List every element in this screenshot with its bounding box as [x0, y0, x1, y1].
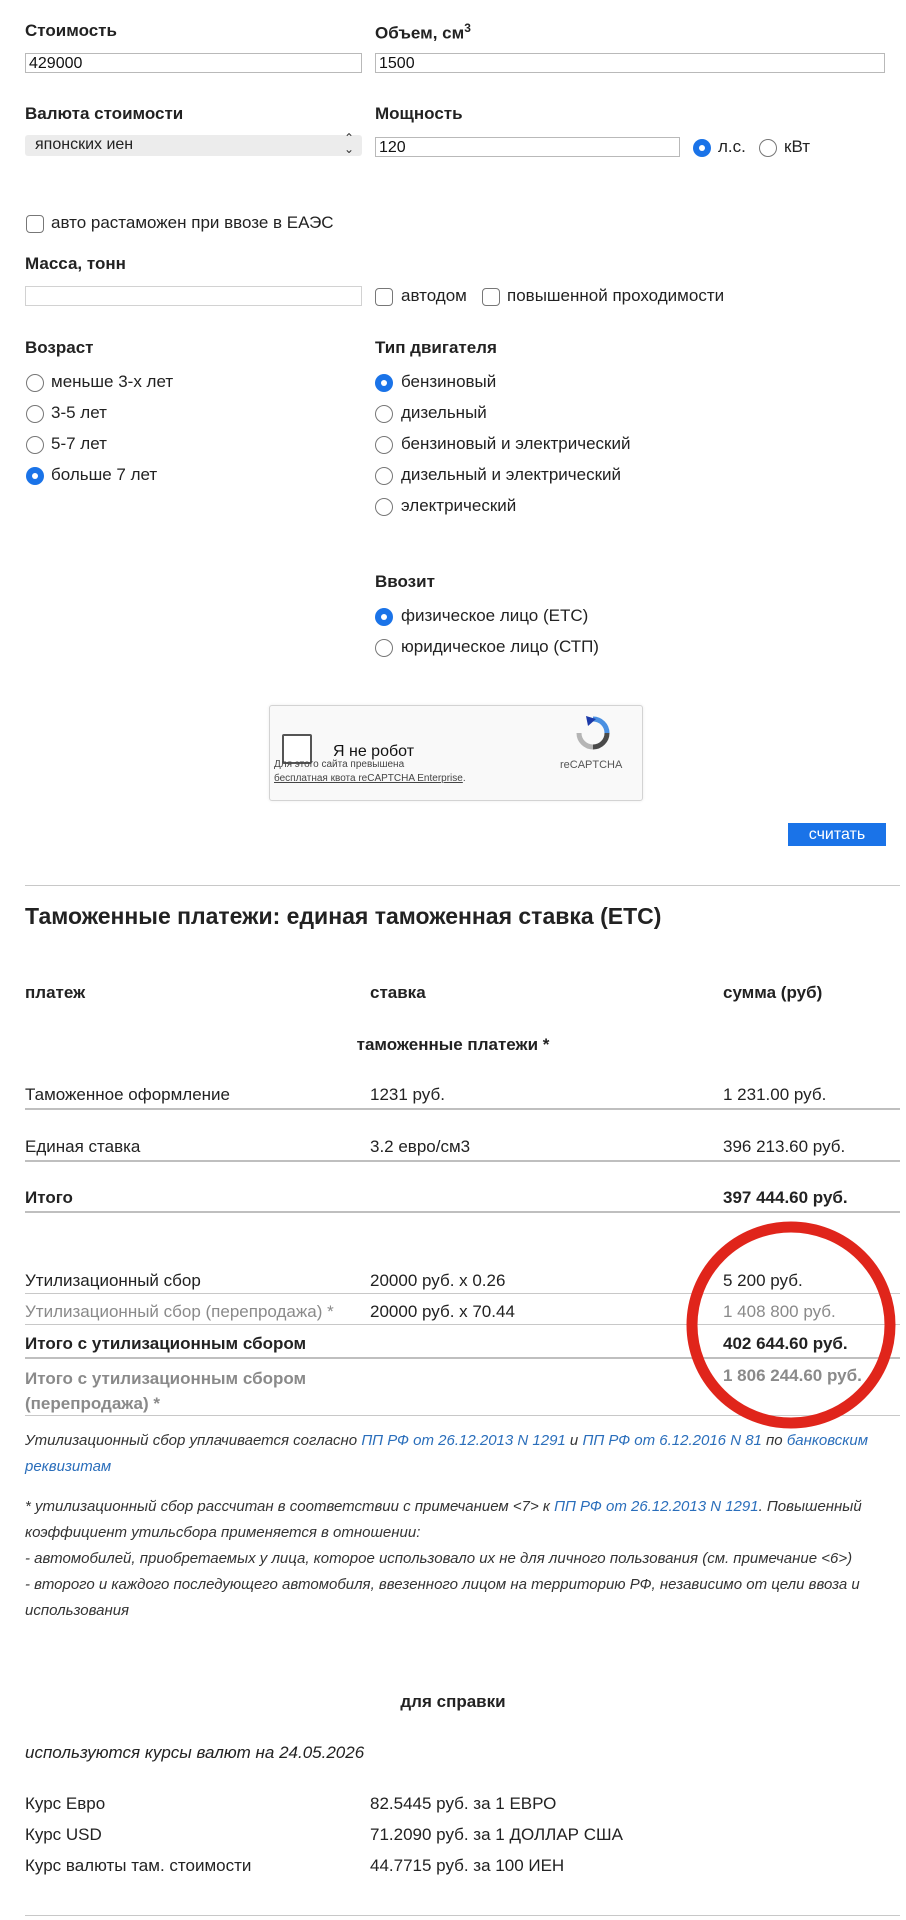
decree-81-link[interactable]: ПП РФ от 6.12.2016 N 81 — [582, 1432, 761, 1449]
reference-title: для справки — [400, 1692, 506, 1711]
power-unit-kw-radio[interactable] — [759, 139, 777, 157]
mass-label: Масса, тонн — [25, 254, 126, 273]
age-radio-over-7[interactable] — [26, 467, 44, 485]
engine-label: Тип двигателя — [375, 338, 497, 357]
cost-label: Стоимость — [25, 21, 117, 40]
util-fee-resale-rate: 20000 руб. x 70.44 — [370, 1302, 515, 1321]
engine-option-label: бензиновый и электрический — [401, 434, 631, 453]
currency-label: Валюта стоимости — [25, 104, 184, 123]
currency-select[interactable]: японских иен ⌃ ⌄ — [25, 131, 362, 156]
col-header-rate: ставка — [370, 983, 426, 1002]
row-sum: 396 213.60 руб. — [723, 1137, 846, 1156]
total-with-util-label: Итого с утилизационным сбором — [25, 1334, 307, 1353]
motorhome-checkbox[interactable] — [375, 288, 393, 306]
rate-value: 82.5445 руб. за 1 ЕВРО — [370, 1794, 557, 1813]
importer-option-label: юридическое лицо (СТП) — [401, 637, 599, 656]
engine-radio-petrol[interactable] — [375, 374, 393, 392]
engine-option-label: дизельный — [401, 403, 487, 422]
power-unit-hp-label: л.с. — [718, 137, 746, 156]
engine-option-label: электрический — [401, 496, 517, 515]
customs-section-label: таможенные платежи * — [356, 1035, 550, 1054]
calculate-button[interactable]: считать — [788, 823, 886, 846]
power-unit-kw-label: кВт — [784, 137, 810, 156]
engine-option-label: дизельный и электрический — [401, 465, 622, 484]
engine-radio-petrol-electric[interactable] — [375, 436, 393, 454]
row-divider — [25, 1108, 900, 1110]
power-input[interactable]: 120 — [375, 137, 680, 157]
mass-input[interactable] — [25, 286, 362, 306]
age-option-label: 3-5 лет — [51, 403, 107, 422]
recaptcha-widget: Я не робот reCAPTCHA Для этого сайта пре… — [269, 705, 643, 801]
age-option-label: больше 7 лет — [51, 465, 158, 484]
col-header-payment: платеж — [25, 983, 86, 1002]
importer-label: Ввозит — [375, 572, 435, 591]
bottom-divider — [25, 1915, 900, 1916]
total-with-util-resale-label: Итого с утилизационным сбором (перепрода… — [25, 1369, 307, 1413]
row-payment-name: Таможенное оформление — [25, 1085, 231, 1104]
recaptcha-brand: reCAPTCHA — [560, 759, 623, 771]
row-rate: 3.2 евро/см3 — [370, 1137, 471, 1156]
col-header-sum: сумма (руб) — [723, 983, 823, 1002]
rate-value: 71.2090 руб. за 1 ДОЛЛАР США — [370, 1825, 623, 1844]
util-fee-rate: 20000 руб. x 0.26 — [370, 1271, 506, 1290]
age-radio-3-5[interactable] — [26, 405, 44, 423]
offroad-checkbox[interactable] — [482, 288, 500, 306]
offroad-label: повышенной проходимости — [507, 286, 725, 305]
eaes-label: авто растаможен при ввозе в ЕАЭС — [51, 213, 334, 232]
importer-radio-individual[interactable] — [375, 608, 393, 626]
rate-name: Курс валюты там. стоимости — [25, 1856, 252, 1875]
motorhome-label: автодом — [401, 286, 467, 305]
engine-radio-diesel[interactable] — [375, 405, 393, 423]
eaes-checkbox[interactable] — [26, 215, 44, 233]
select-arrows-icon: ⌃ ⌄ — [343, 131, 354, 156]
results-title: Таможенные платежи: единая таможенная ст… — [25, 903, 662, 929]
age-option-label: меньше 3-х лет — [51, 372, 174, 391]
section-divider — [25, 885, 900, 886]
engine-radio-diesel-electric[interactable] — [375, 467, 393, 485]
row-divider — [25, 1211, 900, 1213]
red-highlight-circle — [686, 1221, 896, 1429]
row-sum: 1 231.00 руб. — [723, 1085, 827, 1104]
power-label: Мощность — [375, 104, 463, 123]
bank-details-link[interactable]: банковским — [787, 1432, 868, 1449]
importer-radio-legal-entity[interactable] — [375, 639, 393, 657]
importer-option-label: физическое лицо (ЕТС) — [401, 606, 589, 625]
rate-name: Курс USD — [25, 1825, 102, 1844]
util-fee-calculation-note: * утилизационный сбор рассчитан в соотве… — [25, 1498, 862, 1619]
age-option-label: 5-7 лет — [51, 434, 107, 453]
row-divider — [25, 1160, 900, 1162]
age-label: Возраст — [25, 338, 94, 357]
row-payment-name: Единая ставка — [25, 1137, 141, 1156]
recaptcha-quota-link[interactable]: бесплатная квота reCAPTCHA Enterprise — [274, 773, 463, 784]
age-radio-5-7[interactable] — [26, 436, 44, 454]
age-radio-under-3[interactable] — [26, 374, 44, 392]
decree-1291-link[interactable]: ПП РФ от 26.12.2013 N 1291 — [554, 1498, 758, 1515]
rates-date: используются курсы валют на 24.05.2026 — [25, 1743, 365, 1762]
util-fee-payment-note: Утилизационный сбор уплачивается согласн… — [25, 1432, 868, 1475]
cost-input[interactable]: 429000 — [25, 53, 362, 73]
engine-option-label: бензиновый — [401, 372, 497, 391]
recaptcha-logo-icon — [576, 716, 610, 750]
total-label: Итого — [25, 1188, 73, 1207]
rate-name: Курс Евро — [25, 1794, 106, 1813]
bank-details-link[interactable]: реквизитам — [25, 1458, 111, 1475]
total-sum: 397 444.60 руб. — [723, 1188, 848, 1207]
row-rate: 1231 руб. — [370, 1085, 445, 1104]
rate-value: 44.7715 руб. за 100 ИЕН — [370, 1856, 565, 1875]
util-fee-resale-label: Утилизационный сбор (перепродажа) * — [25, 1302, 334, 1321]
volume-input[interactable]: 1500 — [375, 53, 885, 73]
recaptcha-quota-warning: Для этого сайта превышена бесплатная кво… — [274, 759, 466, 784]
volume-label: Объем, см3 — [375, 21, 471, 43]
util-fee-label: Утилизационный сбор — [25, 1271, 201, 1290]
decree-1291-link[interactable]: ПП РФ от 26.12.2013 N 1291 — [361, 1432, 565, 1449]
power-unit-hp-radio[interactable] — [693, 139, 711, 157]
engine-radio-electric[interactable] — [375, 498, 393, 516]
